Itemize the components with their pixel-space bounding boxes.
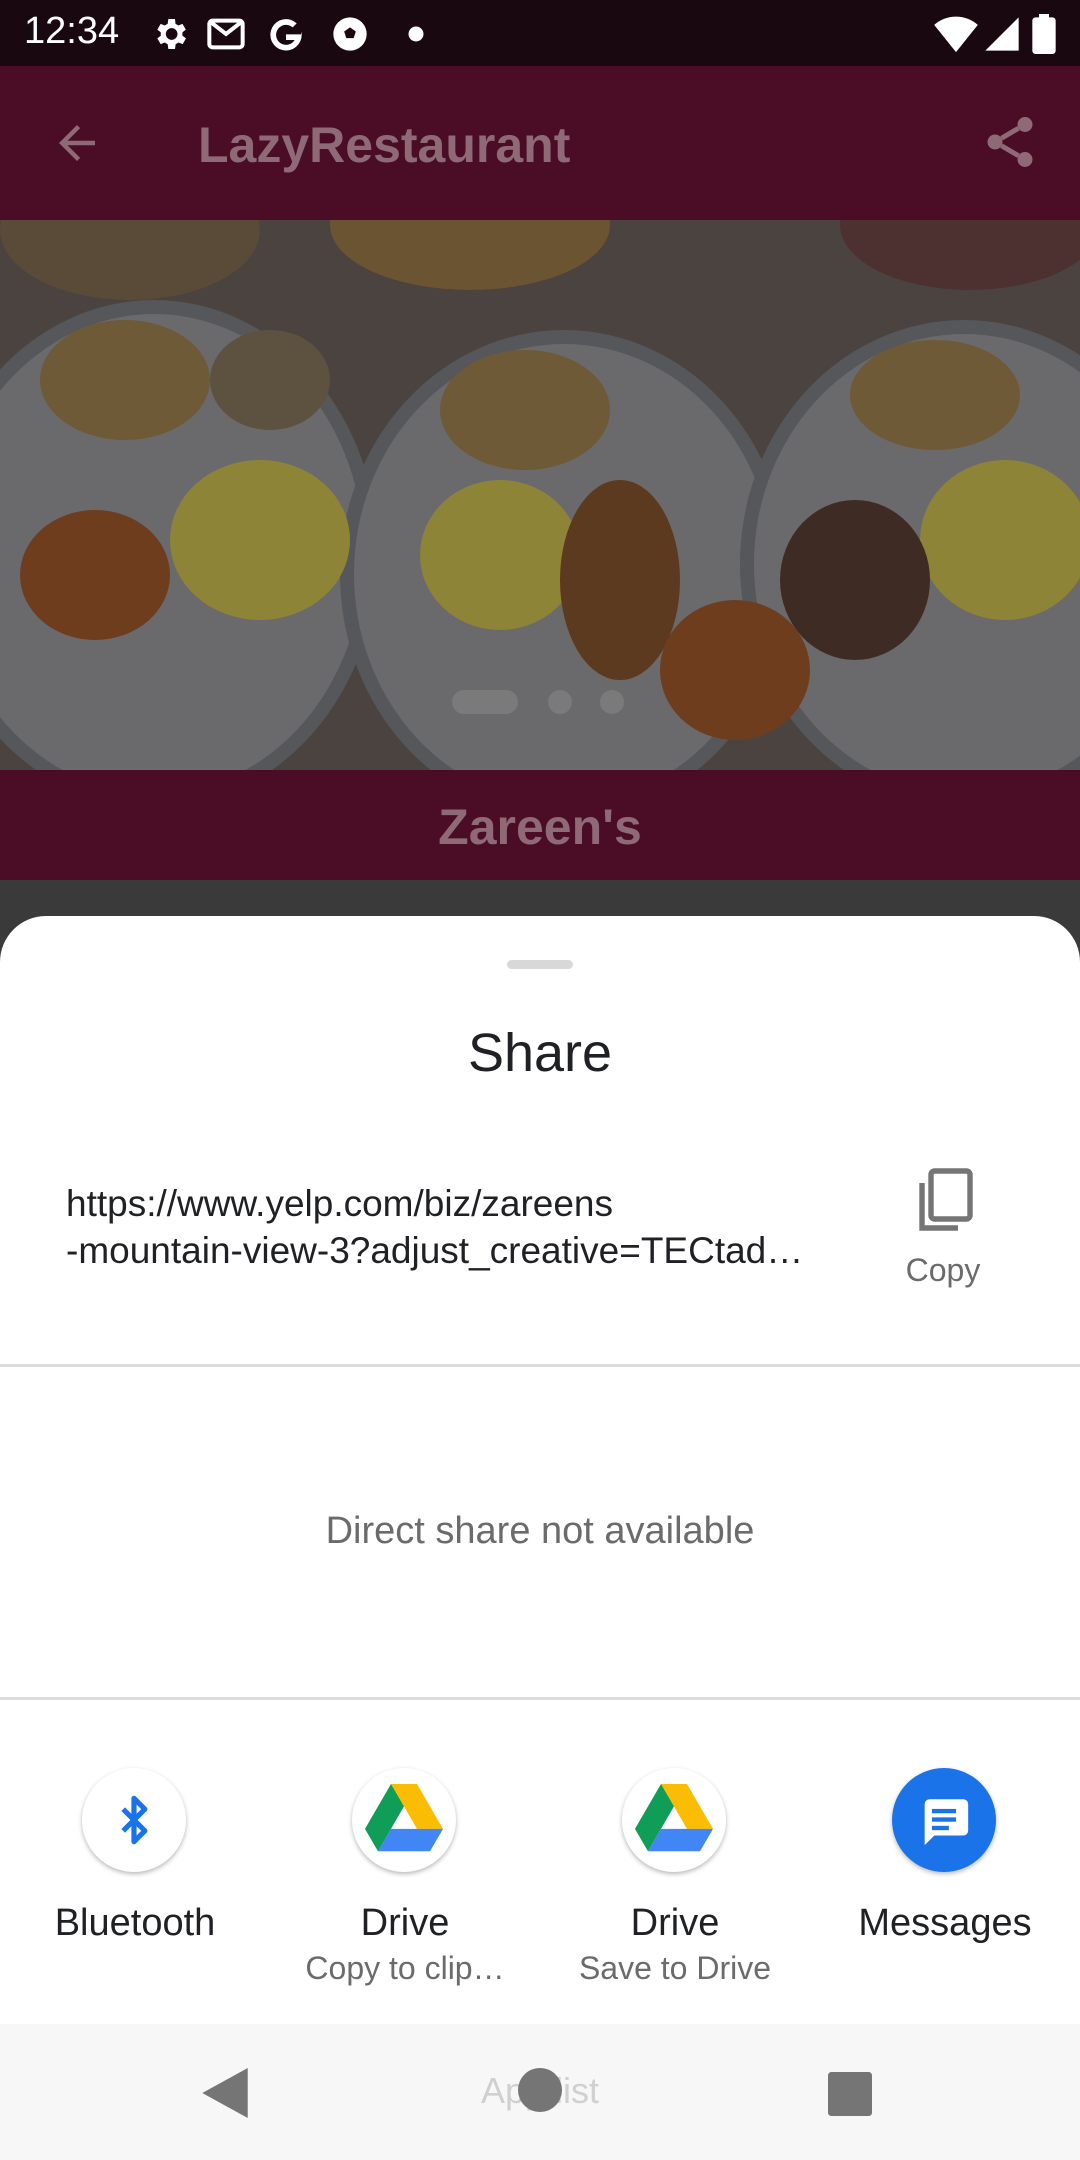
share-url: https://www.yelp.com/biz/zareens -mounta…: [66, 1180, 826, 1274]
back-triangle-icon[interactable]: [202, 2068, 248, 2118]
share-url-line-1: https://www.yelp.com/biz/zareens: [66, 1183, 613, 1224]
share-url-line-2: -mountain-view-3?adjust_creative=TECtad…: [66, 1230, 804, 1271]
share-target-label: Messages: [858, 1902, 1032, 1944]
carousel-indicator: [452, 690, 624, 714]
gmail-icon: [207, 18, 245, 50]
carousel-dot-active: [452, 690, 518, 714]
share-icon[interactable]: [980, 112, 1040, 172]
divider: [0, 1364, 1080, 1367]
home-circle-icon[interactable]: [518, 2068, 562, 2112]
google-icon: [270, 19, 302, 51]
share-target-label: Bluetooth: [54, 1902, 216, 1944]
app-bar: LazyRestaurant: [0, 66, 1080, 220]
direct-share-message: Direct share not available: [325, 1510, 755, 1552]
status-time: 12:34: [24, 10, 120, 52]
share-target-label: Drive: [630, 1902, 720, 1944]
divider: [0, 1697, 1080, 1700]
app-title: LazyRestaurant: [198, 117, 571, 173]
wifi-icon: [934, 16, 978, 53]
share-target-bluetooth[interactable]: Bluetooth: [0, 1768, 270, 1998]
messages-icon: [892, 1768, 996, 1872]
settings-icon: [157, 19, 186, 49]
bluetooth-icon: [82, 1768, 186, 1872]
google-drive-icon: [622, 1768, 726, 1872]
carousel-dot: [548, 690, 572, 714]
signal-icon: [985, 17, 1019, 51]
share-target-sublabel: Save to Drive: [578, 1950, 772, 1986]
share-target-drive-copy[interactable]: Drive Copy to clip…: [270, 1768, 540, 1998]
copy-label: Copy: [905, 1252, 981, 1288]
copy-icon: [919, 1168, 973, 1231]
sheet-drag-handle[interactable]: [507, 960, 573, 969]
copy-button[interactable]: Copy: [880, 1160, 1006, 1300]
arrow-left-icon[interactable]: [50, 116, 104, 170]
share-target-drive-save[interactable]: Drive Save to Drive: [540, 1768, 810, 1998]
share-target-label: Drive: [360, 1902, 450, 1944]
soccer-ball-icon: [333, 17, 367, 51]
status-bar: 12:34: [0, 0, 1080, 66]
google-drive-icon: [352, 1768, 456, 1872]
recents-square-icon[interactable]: [828, 2072, 872, 2116]
restaurant-name: Zareen's: [438, 799, 642, 855]
share-target-sublabel: Copy to clip…: [305, 1950, 505, 1986]
restaurant-name-bar: Zareen's: [0, 770, 1080, 880]
share-sheet-title: Share: [467, 1023, 613, 1083]
share-target-messages[interactable]: Messages: [810, 1768, 1080, 1998]
carousel-dot: [600, 690, 624, 714]
battery-icon: [1032, 14, 1056, 54]
navigation-bar: App list: [0, 2024, 1080, 2160]
dot-icon: [408, 26, 424, 42]
